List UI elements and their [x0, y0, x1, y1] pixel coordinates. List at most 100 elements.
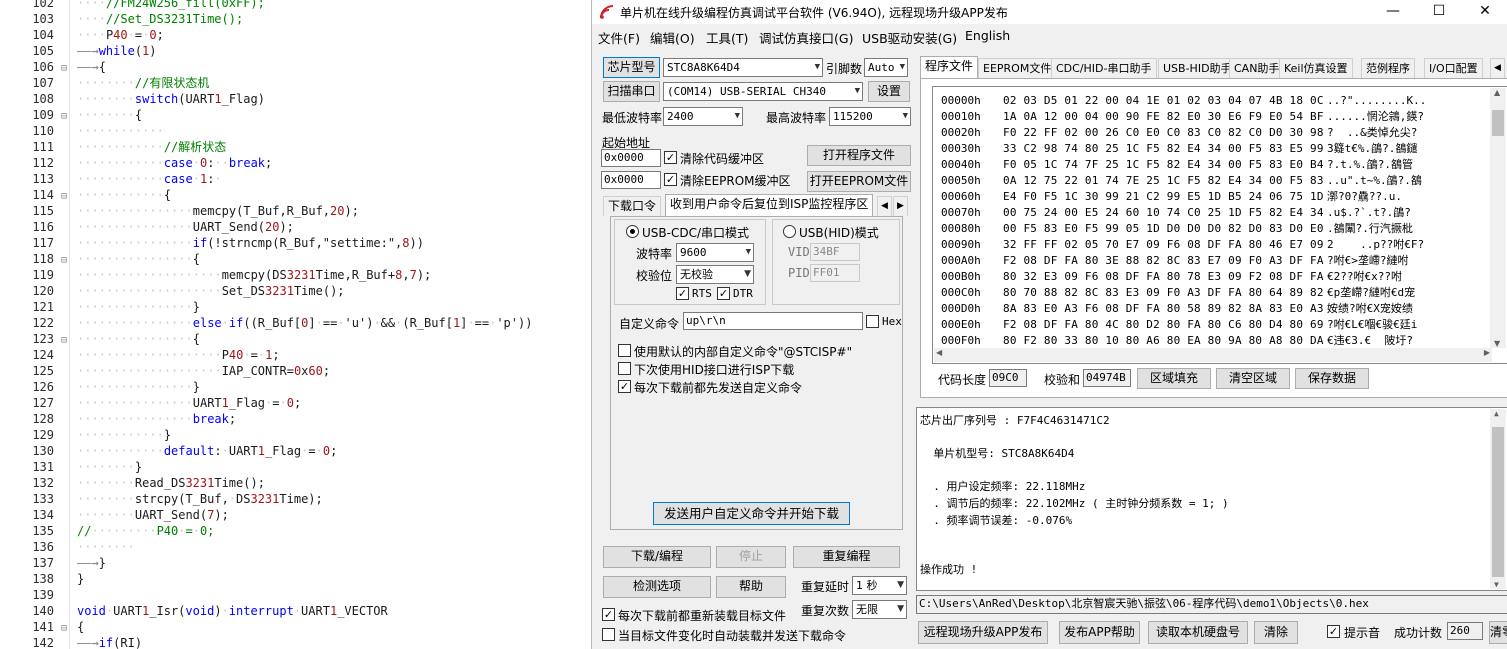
hex-bytes[interactable]: F2 08 DF FA 80 3E 88 82 8C 83 E7 09 F0 A…	[1003, 253, 1324, 269]
port-select[interactable]: (COM14) USB-SERIAL CH340 ▼	[663, 82, 863, 101]
menu-file[interactable]: 文件(F)	[598, 28, 640, 47]
tab-examples[interactable]: 范例程序	[1361, 58, 1415, 78]
scroll-thumb[interactable]	[1492, 427, 1504, 577]
clear-log-button[interactable]: 清除	[1254, 621, 1298, 644]
clear-count-button[interactable]: 清零	[1489, 621, 1507, 644]
code-length-label: 代码长度	[938, 373, 987, 387]
repeat-delay-select[interactable]: 1 秒 ▼	[852, 576, 907, 595]
min-baud-select[interactable]: 2400 ▼	[663, 107, 743, 126]
fill-area-button[interactable]: 区域填充	[1137, 368, 1211, 389]
output-log[interactable]: 芯片出厂序列号 : F7F4C4631471C2 单片机型号: STC8A8K6…	[916, 407, 1507, 591]
read-disk-button[interactable]: 读取本机硬盘号	[1148, 621, 1248, 644]
maximize-button[interactable]: ☐	[1416, 0, 1462, 24]
pins-select[interactable]: Auto ▼	[864, 58, 908, 77]
hid-mode-radio[interactable]	[783, 225, 796, 238]
code-address-field[interactable]: 0x0000	[601, 149, 661, 167]
tab-eeprom-file[interactable]: EEPROM文件	[978, 58, 1057, 78]
hex-ascii: ?咐€L€嗰€骏€廷i	[1327, 318, 1418, 331]
send-cmd-checkbox[interactable]: ✓	[618, 380, 631, 393]
repeat-delay-value: 1 秒	[856, 579, 878, 592]
line-number: 135	[32, 524, 54, 538]
hex-bytes[interactable]: 8A 83 E0 A3 F6 08 DF FA 80 58 89 82 8A 8…	[1003, 301, 1324, 317]
publish-help-button[interactable]: 发布APP帮助	[1059, 621, 1140, 644]
hex-checkbox[interactable]	[866, 315, 879, 328]
menu-debug-sim[interactable]: 调试仿真接口(G)	[759, 28, 853, 47]
hex-bytes[interactable]: 33 C2 98 74 80 25 1C F5 82 E4 34 00 F5 8…	[1003, 141, 1324, 157]
tab-can[interactable]: CAN助手	[1229, 58, 1285, 78]
hex-bytes[interactable]: 00 F5 83 E0 F5 99 05 1D D0 D0 D0 82 D0 8…	[1003, 221, 1324, 237]
tab-program-file[interactable]: 程序文件	[920, 56, 979, 78]
open-program-file-button[interactable]: 打开程序文件	[807, 145, 911, 166]
hex-bytes[interactable]: 80 F2 80 33 80 10 80 A6 80 EA 80 9A 80 A…	[1003, 333, 1324, 349]
tab-download-password[interactable]: 下载口令	[603, 196, 662, 216]
repeat-count-select[interactable]: 无限 ▼	[852, 600, 907, 619]
chip-type-button[interactable]: 芯片型号	[603, 57, 660, 78]
sound-checkbox[interactable]: ✓	[1327, 625, 1340, 638]
menu-usb-driver[interactable]: USB驱动安装(G)	[862, 28, 957, 47]
code-text: void·UART1_Isr(void)·interrupt·UART1_VEC…	[77, 604, 388, 618]
horizontal-scrollbar[interactable]: ◀ ▶	[934, 348, 1492, 362]
parity-select[interactable]: 无校验 ▼	[676, 265, 754, 284]
hex-bytes[interactable]: F2 08 DF FA 80 4C 80 D2 80 FA 80 C6 80 D…	[1003, 317, 1324, 333]
tab-scroll-left[interactable]: ◀	[877, 196, 892, 216]
hex-bytes[interactable]: 00 75 24 00 E5 24 60 10 74 C0 25 1D F5 8…	[1003, 205, 1324, 221]
minimize-button[interactable]: —	[1370, 0, 1416, 24]
tab-scroll-left[interactable]: ◀	[1490, 58, 1505, 78]
tab-cdc-hid-serial[interactable]: CDC/HID-串口助手	[1051, 58, 1157, 78]
log-scrollbar[interactable]: ▲ ▼	[1490, 409, 1506, 589]
check-options-button[interactable]: 检测选项	[603, 576, 711, 598]
tab-keil-sim[interactable]: Keil仿真设置	[1279, 58, 1353, 78]
close-button[interactable]: ✕	[1462, 0, 1507, 24]
custom-cmd-field[interactable]: up\r\n	[683, 312, 863, 330]
scan-port-button[interactable]: 扫描串口	[603, 81, 660, 102]
clear-area-button[interactable]: 清空区域	[1216, 368, 1290, 389]
hex-bytes[interactable]: 02 03 D5 01 22 00 04 1E 01 02 03 04 07 4…	[1003, 93, 1324, 109]
menu-english[interactable]: English	[965, 28, 1010, 43]
clear-code-checkbox[interactable]: ✓	[664, 151, 677, 164]
code-line: 129 ············}	[0, 427, 591, 443]
chip-type-select[interactable]: STC8A8K64D4 ▼	[663, 58, 823, 77]
default-cmd-checkbox[interactable]	[618, 344, 631, 357]
hex-bytes[interactable]: 1A 0A 12 00 04 00 90 FE 82 E0 30 E6 F9 E…	[1003, 109, 1324, 125]
max-baud-select[interactable]: 115200 ▼	[829, 107, 911, 126]
open-eeprom-file-button[interactable]: 打开EEPROM文件	[807, 171, 911, 192]
remote-publish-button[interactable]: 远程现场升级APP发布	[918, 621, 1048, 644]
hid-next-checkbox[interactable]	[618, 362, 631, 375]
reprogram-button[interactable]: 重复编程	[793, 546, 900, 568]
menu-tools[interactable]: 工具(T)	[706, 28, 748, 47]
auto-send-checkbox[interactable]	[602, 628, 615, 641]
tab-scroll-right[interactable]: ▶	[893, 196, 908, 216]
clear-eeprom-checkbox[interactable]: ✓	[664, 173, 677, 186]
code-editor[interactable]: 102 ····//FM24W256_fill(0xFF); 103 ····//Se…	[0, 0, 591, 649]
vertical-scrollbar[interactable]: ▲ ▼	[1490, 88, 1506, 348]
hex-bytes[interactable]: 80 70 88 82 8C 83 E3 09 F0 A3 DF FA 80 6…	[1003, 285, 1324, 301]
hex-bytes[interactable]: E4 F0 F5 1C 30 99 21 C2 99 E5 1D B5 24 0…	[1003, 189, 1324, 205]
baud-select[interactable]: 9600 ▼	[676, 243, 754, 262]
hex-bytes[interactable]: F0 22 FF 02 00 26 C0 E0 C0 83 C0 82 C0 D…	[1003, 125, 1324, 141]
menu-edit[interactable]: 编辑(O)	[650, 28, 695, 47]
tab-io-config[interactable]: I/O口配置	[1424, 58, 1483, 78]
dtr-checkbox[interactable]: ✓	[717, 287, 730, 300]
hex-bytes[interactable]: F0 05 1C 74 7F 25 1C F5 82 E4 34 00 F5 8…	[1003, 157, 1324, 173]
pid-field[interactable]: FF01	[810, 264, 860, 282]
tab-reset-to-isp[interactable]: 收到用户命令后复位到ISP监控程序区	[665, 194, 874, 216]
scroll-thumb[interactable]	[1492, 110, 1504, 136]
hex-bytes[interactable]: 0A 12 75 22 01 74 7E 25 1C F5 82 E4 34 0…	[1003, 173, 1324, 189]
send-cmd-download-button[interactable]: 发送用户自定义命令并开始下载	[653, 502, 850, 525]
cdc-mode-radio[interactable]	[626, 225, 639, 238]
help-button[interactable]: 帮助	[716, 576, 786, 598]
reload-checkbox[interactable]: ✓	[602, 608, 615, 621]
hex-viewer[interactable]: 00000h 02 03 D5 01 22 00 04 1E 01 02 03 0…	[932, 86, 1507, 364]
line-number: 118	[32, 252, 54, 266]
hex-bytes[interactable]: 32 FF FF 02 05 70 E7 09 F6 08 DF FA 80 4…	[1003, 237, 1324, 253]
title-bar[interactable]: 单片机在线升级编程仿真调试平台软件 (V6.94O), 远程现场升级APP发布 …	[592, 0, 1507, 24]
save-data-button[interactable]: 保存数据	[1295, 368, 1369, 389]
download-button[interactable]: 下载/编程	[603, 546, 711, 568]
rts-checkbox[interactable]: ✓	[676, 287, 689, 300]
hex-bytes[interactable]: 80 32 E3 09 F6 08 DF FA 80 78 E3 09 F2 0…	[1003, 269, 1324, 285]
eeprom-address-field[interactable]: 0x0000	[601, 171, 661, 189]
vid-field[interactable]: 34BF	[810, 243, 860, 261]
tab-usb-hid[interactable]: USB-HID助手	[1158, 58, 1237, 78]
stop-button[interactable]: 停止	[716, 546, 786, 568]
settings-button[interactable]: 设置	[868, 81, 910, 102]
